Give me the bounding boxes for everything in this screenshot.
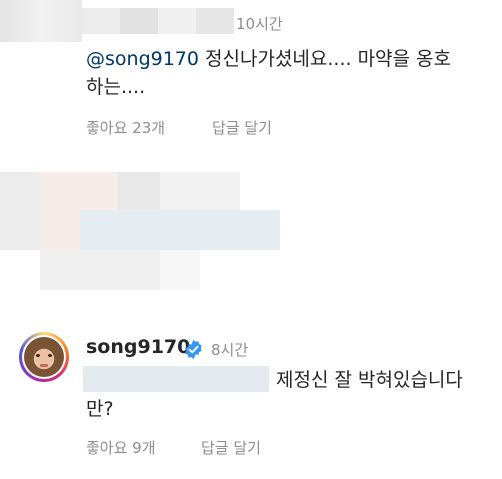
blurred-text-line-1 [80, 210, 280, 250]
mention-link[interactable]: @song9170 [86, 48, 199, 70]
comment-1-reply-button[interactable]: 답글 달기 [212, 117, 272, 138]
comment-2-time: 8시간 [211, 341, 249, 359]
blurred-text-line-2 [40, 250, 160, 290]
comment-1-text-line2: 하는.... [86, 76, 146, 98]
blurred-mention [83, 366, 269, 392]
comment-1-time: 10시간 [236, 15, 283, 33]
comment-2-text-line2: 만? [86, 398, 114, 420]
comment-1-likes[interactable]: 좋아요 23개 [86, 117, 165, 138]
blurred-avatar-2 [0, 172, 40, 250]
comment-2-text-line1: 제정신 잘 박혀있습니다 [276, 369, 463, 391]
blurred-avatar [0, 0, 82, 42]
verified-badge-icon [183, 339, 204, 360]
username[interactable]: song9170 [86, 336, 190, 358]
avatar-image [24, 337, 64, 377]
comment-1-text-line1: 정신나가셨네요.... 마약을 옹호 [198, 48, 452, 70]
comment-1-text: @song9170 정신나가셨네요.... 마약을 옹호 하는.... [86, 45, 496, 101]
comment-2-reply-button[interactable]: 답글 달기 [201, 437, 261, 458]
avatar[interactable] [19, 332, 69, 382]
blurred-username [82, 8, 234, 34]
blurred-text-line-3 [160, 250, 200, 290]
blurred-block-c [160, 172, 240, 212]
comment-2-likes[interactable]: 좋아요 9개 [86, 437, 156, 458]
blurred-block-b [118, 172, 160, 212]
